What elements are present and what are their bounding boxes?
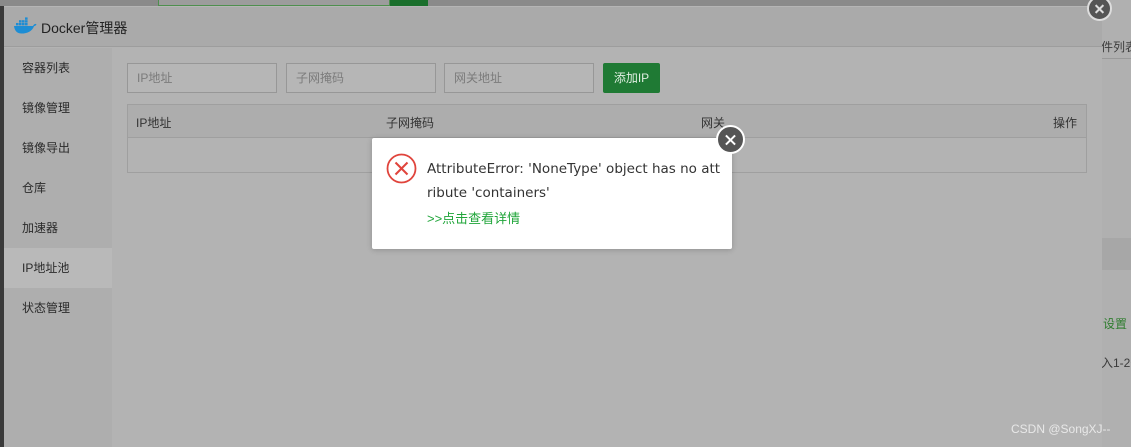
background-search-button	[390, 0, 428, 6]
ip-address-input[interactable]: IP地址	[127, 63, 277, 93]
error-icon	[386, 153, 417, 184]
background-search-input	[158, 0, 390, 6]
sidebar-item-accelerator[interactable]: 加速器	[4, 208, 112, 248]
sidebar-item-image-export[interactable]: 镜像导出	[4, 128, 112, 168]
background-pagination-text: 入1-2条	[1101, 356, 1131, 370]
background-row-band	[1102, 238, 1131, 270]
background-settings-link: 设置	[1103, 317, 1128, 331]
background-file-list-label: 件列表	[1101, 40, 1131, 54]
docker-logo-icon	[14, 17, 37, 34]
table-header: IP地址 子网掩码 网关 操作	[128, 105, 1086, 138]
window-header: Docker管理器	[4, 7, 1102, 47]
sidebar: 容器列表 镜像管理 镜像导出 仓库 加速器 IP地址池 状态管理	[4, 48, 112, 447]
sidebar-item-image-management[interactable]: 镜像管理	[4, 88, 112, 128]
column-header-ip: IP地址	[136, 116, 172, 130]
background-right-panel	[1102, 0, 1131, 447]
error-details-link[interactable]: >>点击查看详情	[427, 208, 520, 227]
add-ip-button[interactable]: 添加IP	[603, 63, 660, 93]
window-title: Docker管理器	[41, 20, 128, 36]
error-popup: AttributeError: 'NoneType' object has no…	[372, 138, 732, 249]
background-divider	[1102, 58, 1131, 59]
subnet-mask-input[interactable]: 子网掩码	[286, 63, 436, 93]
sidebar-item-status-management[interactable]: 状态管理	[4, 288, 112, 328]
gateway-input[interactable]: 网关地址	[444, 63, 594, 93]
sidebar-item-container-list[interactable]: 容器列表	[4, 48, 112, 88]
column-header-actions: 操作	[1053, 116, 1078, 130]
watermark: CSDN @SongXJ--	[1011, 422, 1111, 436]
sidebar-item-ip-pool[interactable]: IP地址池	[4, 248, 112, 288]
error-message: AttributeError: 'NoneType' object has no…	[427, 161, 721, 201]
popup-close-button[interactable]	[716, 125, 745, 154]
sidebar-item-repository[interactable]: 仓库	[4, 168, 112, 208]
column-header-subnet: 子网掩码	[386, 116, 435, 130]
